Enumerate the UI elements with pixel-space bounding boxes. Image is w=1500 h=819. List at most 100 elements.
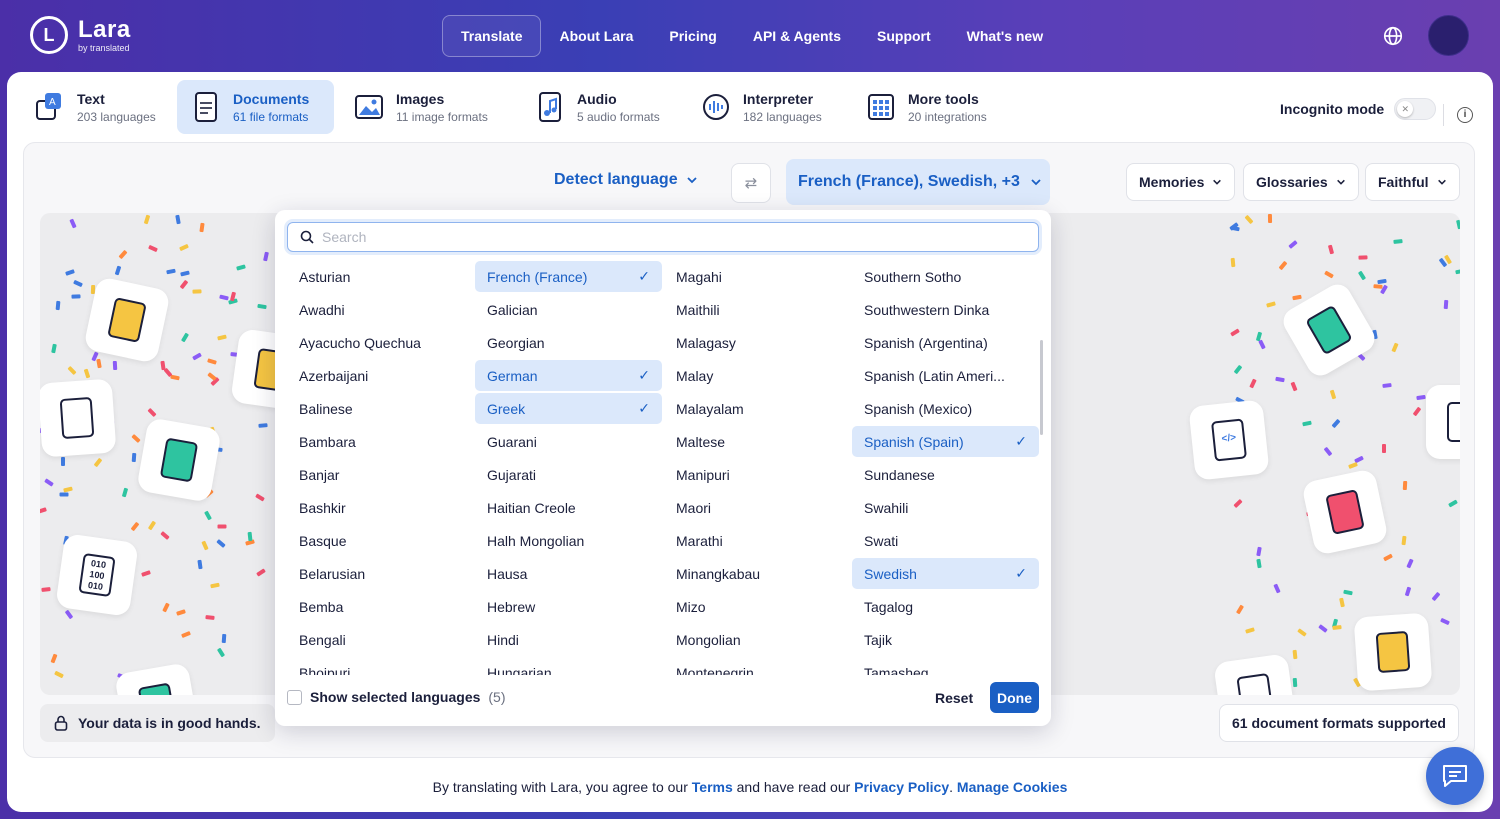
language-option[interactable]: Hebrew <box>475 591 662 622</box>
language-option[interactable]: Galician <box>475 294 662 325</box>
language-option[interactable]: Awadhi <box>287 294 474 325</box>
nav-api-agents[interactable]: API & Agents <box>735 16 859 56</box>
done-button[interactable]: Done <box>990 682 1039 713</box>
memories-dropdown[interactable]: Memories <box>1126 163 1236 201</box>
globe-icon[interactable] <box>1382 25 1404 47</box>
confetti <box>1323 446 1332 457</box>
language-option[interactable]: Haitian Creole <box>475 492 662 523</box>
privacy-policy-link[interactable]: Privacy Policy <box>854 779 949 795</box>
language-option[interactable]: Balinese <box>287 393 474 424</box>
search-input[interactable] <box>322 229 1022 245</box>
lara-logo[interactable]: L Lara by translated <box>30 16 131 54</box>
language-option[interactable]: Halh Mongolian <box>475 525 662 556</box>
language-option[interactable]: Spanish (Spain) ✓ <box>852 426 1039 457</box>
language-option[interactable]: Swahili <box>852 492 1039 523</box>
source-language-select[interactable]: Detect language <box>554 171 698 189</box>
language-option[interactable]: Ayacucho Quechua <box>287 327 474 358</box>
language-option[interactable]: Bambara <box>287 426 474 457</box>
language-option[interactable]: Guarani <box>475 426 662 457</box>
reset-button[interactable]: Reset <box>935 690 973 706</box>
language-option[interactable]: Manipuri <box>664 459 851 490</box>
language-option[interactable]: Azerbaijani <box>287 360 474 391</box>
language-option[interactable]: Banjar <box>287 459 474 490</box>
info-icon[interactable]: i <box>1457 107 1473 123</box>
tool-tab-audio[interactable]: Audio 5 audio formats <box>521 80 681 134</box>
nav-whats-new[interactable]: What's new <box>949 16 1061 56</box>
language-option[interactable]: Swedish ✓ <box>852 558 1039 589</box>
language-option[interactable]: Malayalam <box>664 393 851 424</box>
language-option[interactable]: Hindi <box>475 624 662 655</box>
language-option[interactable]: Maltese <box>664 426 851 457</box>
language-option[interactable]: Asturian <box>287 261 474 292</box>
confetti <box>50 653 57 664</box>
glossaries-dropdown[interactable]: Glossaries <box>1243 163 1359 201</box>
swap-languages-button[interactable]: ⇄ <box>731 163 771 203</box>
tool-tab-more-tools[interactable]: More tools 20 integrations <box>852 80 1012 134</box>
confetti <box>170 374 181 381</box>
language-option[interactable]: Georgian <box>475 327 662 358</box>
language-option[interactable]: Bhojpuri <box>287 657 474 676</box>
tool-tab-interpreter[interactable]: Interpreter 182 languages <box>687 80 847 134</box>
language-option[interactable]: Maithili <box>664 294 851 325</box>
confetti <box>1230 328 1240 337</box>
tool-tab-text[interactable]: A Text 203 languages <box>21 80 171 134</box>
target-language-select[interactable]: French (France), Swedish, +3 <box>786 159 1050 205</box>
language-option[interactable]: Belarusian <box>287 558 474 589</box>
nav-support[interactable]: Support <box>859 16 949 56</box>
language-option[interactable]: German ✓ <box>475 360 662 391</box>
language-option[interactable]: Southwestern Dinka <box>852 294 1039 325</box>
language-option[interactable]: Bashkir <box>287 492 474 523</box>
language-option[interactable]: Spanish (Latin Ameri... <box>852 360 1039 391</box>
language-option[interactable]: Basque <box>287 525 474 556</box>
language-option[interactable]: Greek ✓ <box>475 393 662 424</box>
user-avatar[interactable] <box>1428 15 1469 56</box>
language-option[interactable]: Tagalog <box>852 591 1039 622</box>
language-option[interactable]: Bemba <box>287 591 474 622</box>
show-selected-toggle[interactable]: Show selected languages (5) <box>287 689 506 705</box>
language-option[interactable]: Tajik <box>852 624 1039 655</box>
language-option[interactable]: Hungarian <box>475 657 662 676</box>
language-option[interactable]: Spanish (Mexico) <box>852 393 1039 424</box>
language-option[interactable]: Swati <box>852 525 1039 556</box>
language-option[interactable]: Magahi <box>664 261 851 292</box>
terms-link[interactable]: Terms <box>692 779 733 795</box>
language-option[interactable]: Mongolian <box>664 624 851 655</box>
document-icon <box>1325 489 1365 535</box>
tool-tab-images[interactable]: Images 11 image formats <box>340 80 510 134</box>
language-option[interactable]: Gujarati <box>475 459 662 490</box>
language-option[interactable]: Tamasheq <box>852 657 1039 676</box>
nav-translate[interactable]: Translate <box>442 15 542 57</box>
incognito-toggle[interactable]: ✕ <box>1394 98 1437 120</box>
language-option[interactable]: Southern Sotho <box>852 261 1039 292</box>
confetti <box>1233 499 1244 509</box>
scrollbar[interactable] <box>1040 340 1043 435</box>
nav-about-lara[interactable]: About Lara <box>541 16 651 56</box>
language-option[interactable]: Sundanese <box>852 459 1039 490</box>
formats-supported-badge[interactable]: 61 document formats supported <box>1219 704 1459 742</box>
confetti <box>262 251 269 262</box>
language-option-label: Banjar <box>299 466 340 483</box>
nav-pricing[interactable]: Pricing <box>651 16 734 56</box>
language-option[interactable]: Malay <box>664 360 851 391</box>
language-option[interactable]: Montenegrin <box>664 657 851 676</box>
language-option[interactable]: Maori <box>664 492 851 523</box>
confetti <box>1230 257 1236 268</box>
doc-tile <box>114 662 200 695</box>
language-option[interactable]: French (France) ✓ <box>475 261 662 292</box>
language-option-label: Mizo <box>676 598 706 615</box>
language-option[interactable]: Minangkabau <box>664 558 851 589</box>
confetti <box>192 352 202 361</box>
tool-tab-documents[interactable]: Documents 61 file formats <box>177 80 334 134</box>
chat-button[interactable] <box>1426 747 1484 805</box>
confetti <box>60 457 65 467</box>
language-option[interactable]: Spanish (Argentina) <box>852 327 1039 358</box>
manage-cookies-link[interactable]: Manage Cookies <box>957 779 1067 795</box>
language-option[interactable]: Hausa <box>475 558 662 589</box>
language-option[interactable]: Mizo <box>664 591 851 622</box>
language-option[interactable]: Bengali <box>287 624 474 655</box>
confetti <box>1248 378 1257 389</box>
language-option[interactable]: Marathi <box>664 525 851 556</box>
language-option[interactable]: Malagasy <box>664 327 851 358</box>
style-dropdown[interactable]: Faithful <box>1365 163 1460 201</box>
show-selected-checkbox[interactable] <box>287 689 302 705</box>
